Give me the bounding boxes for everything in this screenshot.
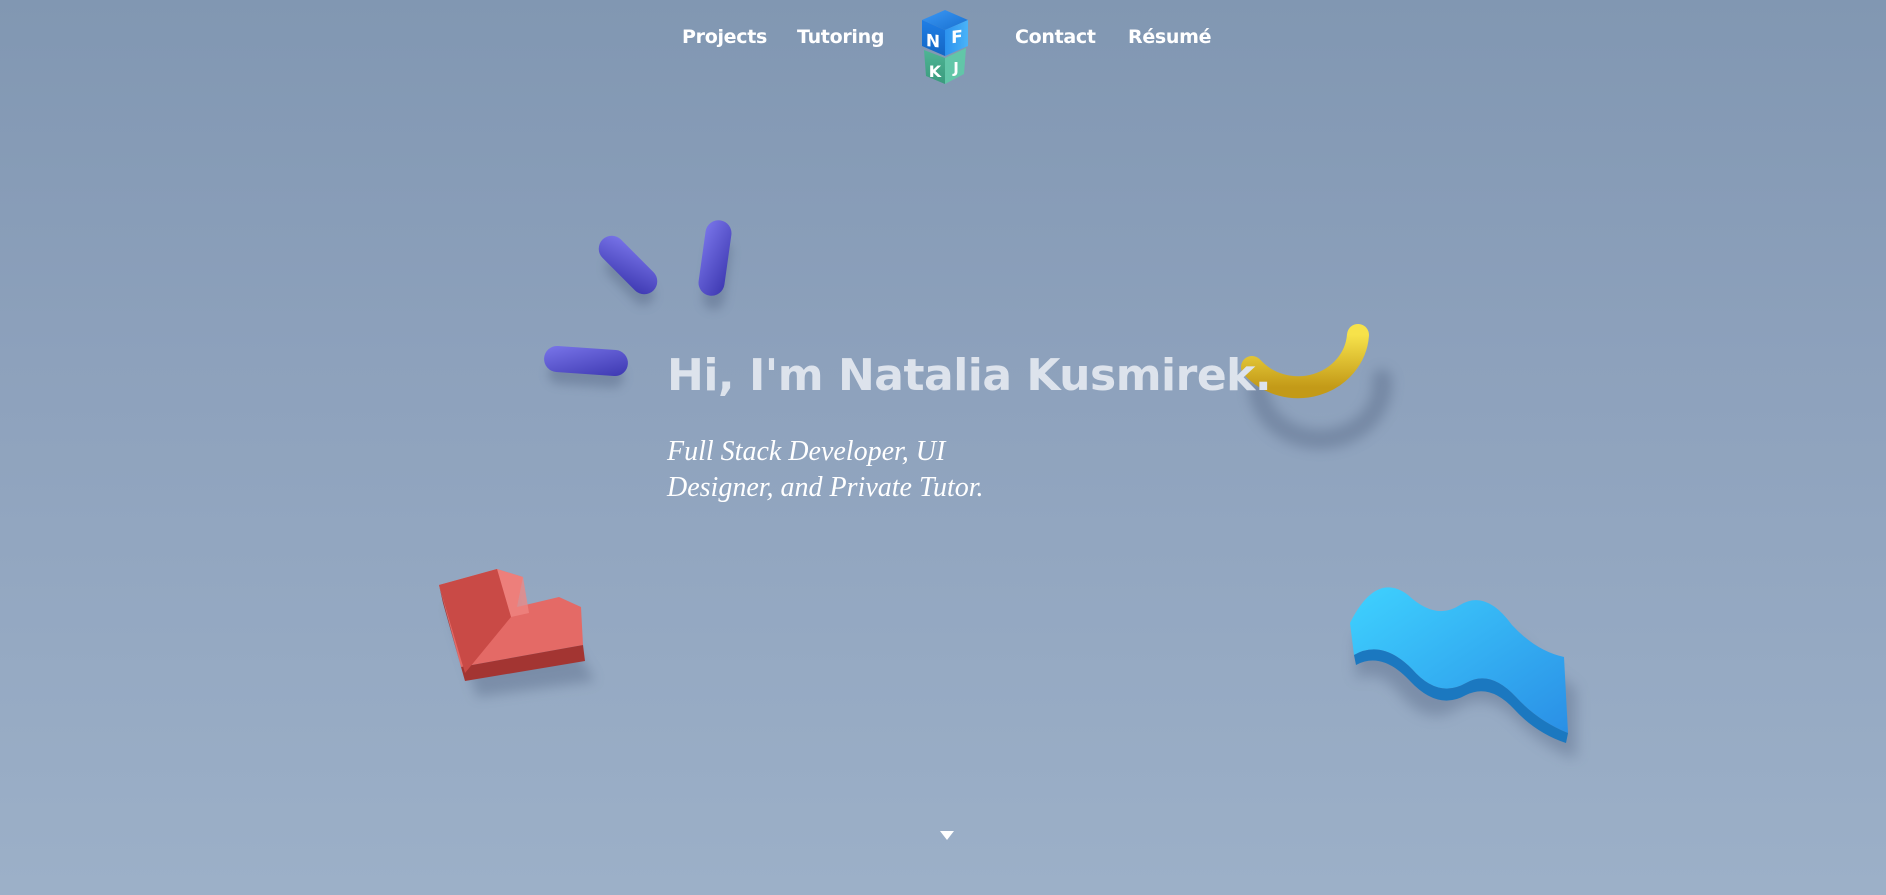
red-l-block-decoration [439, 569, 595, 697]
logo-letter-f: F [951, 27, 963, 48]
chevron-down-icon [940, 831, 954, 840]
logo-letter-j: J [952, 59, 959, 77]
pill-right [698, 220, 732, 296]
main-nav: Projects Tutoring N F K J Contact Résumé [0, 0, 1886, 90]
logo-letter-n: N [926, 31, 940, 52]
nav-link-projects[interactable]: Projects [682, 26, 767, 48]
blue-wave-decoration [1350, 587, 1576, 759]
nav-link-resume[interactable]: Résumé [1128, 26, 1212, 48]
nav-link-tutoring[interactable]: Tutoring [797, 26, 884, 48]
nfk-logo[interactable]: N F K J [916, 8, 974, 88]
logo-letter-k: K [929, 62, 942, 81]
hero-title: Hi, I'm Natalia Kusmirek. [667, 350, 1272, 401]
hero-subtitle: Full Stack Developer, UI Designer, and P… [667, 436, 984, 503]
scroll-down-button[interactable] [938, 828, 956, 842]
nav-link-contact[interactable]: Contact [1015, 26, 1096, 48]
